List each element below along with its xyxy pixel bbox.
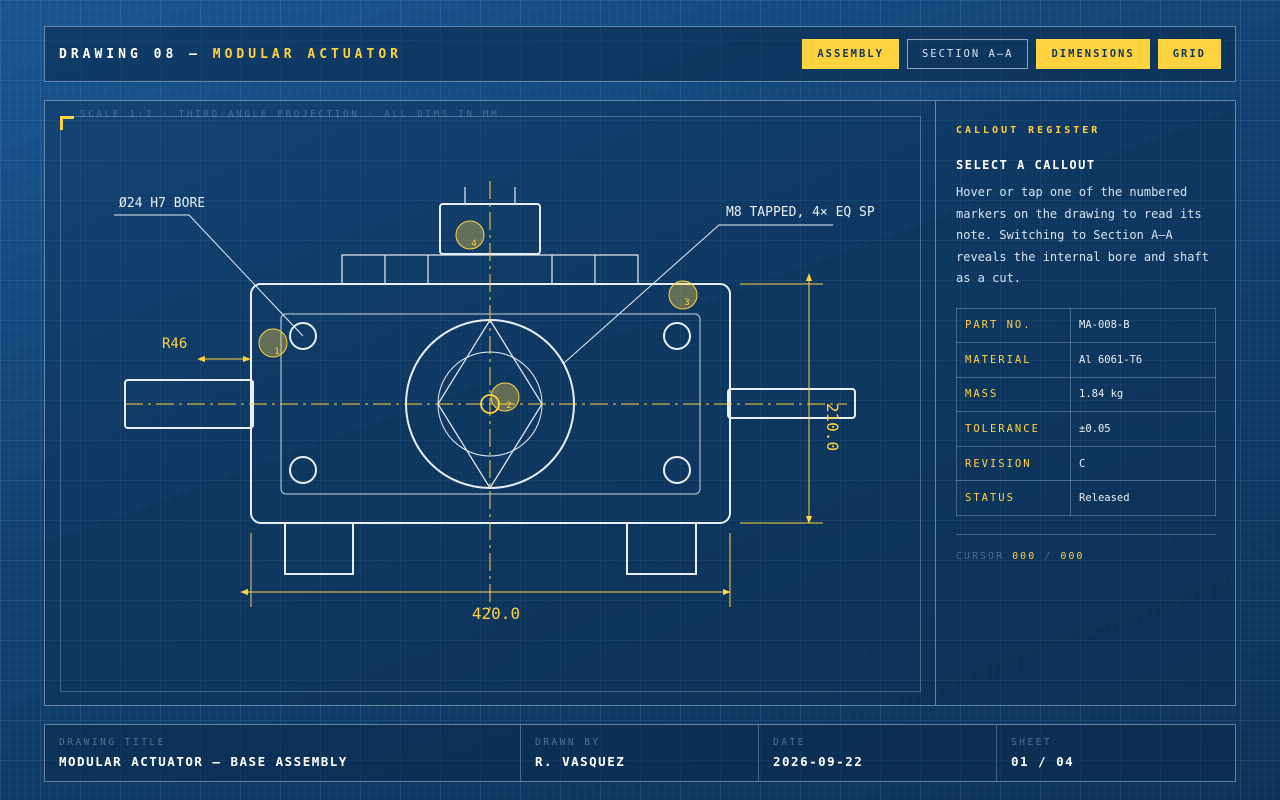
spec-key: MASS xyxy=(956,376,1071,413)
callout-marker-1-number: 1 xyxy=(274,347,279,357)
spec-value: MA-008-B xyxy=(1070,307,1216,344)
cursor-label: CURSOR xyxy=(956,551,1005,563)
radius-dimension-label: R46 xyxy=(162,336,187,352)
technical-drawing[interactable]: Ø24 H7 BORE M8 TAPPED, 4× EQ SP R46 420.… xyxy=(45,101,935,705)
callout-marker-2-number: 2 xyxy=(506,401,511,411)
spec-key: STATUS xyxy=(956,480,1071,517)
title-block-sheet: SHEET 01 / 04 xyxy=(997,725,1235,781)
spec-row: MASS 1.84 kg xyxy=(956,376,1216,413)
spec-row: TOLERANCE ±0.05 xyxy=(956,411,1216,447)
callout-heading: SELECT A CALLOUT xyxy=(956,158,1096,172)
spec-row: PART NO. MA-008-B xyxy=(956,307,1216,344)
dimensions-button[interactable]: DIMENSIONS xyxy=(1036,39,1150,69)
title-block-date: DATE 2026-09-22 xyxy=(759,725,997,781)
callout-register-label: CALLOUT REGISTER xyxy=(956,125,1101,136)
date-value: 2026-09-22 xyxy=(773,754,864,769)
spec-key: PART NO. xyxy=(956,307,1071,344)
width-dimension xyxy=(240,533,731,607)
callout-marker-4-number: 4 xyxy=(471,239,476,249)
title-accent: MODULAR ACTUATOR xyxy=(212,46,402,62)
header-bar: DRAWING 08 — MODULAR ACTUATOR ASSEMBLY S… xyxy=(44,26,1236,82)
drawing-area: SCALE 1:2 · THIRD-ANGLE PROJECTION · ALL… xyxy=(45,101,935,705)
title-block-drawn-by: DRAWN BY R. VASQUEZ xyxy=(521,725,759,781)
main-panel: SCALE 1:2 · THIRD-ANGLE PROJECTION · ALL… xyxy=(44,100,1236,706)
spec-value: Released xyxy=(1070,480,1216,517)
callout-marker-2[interactable]: 2 xyxy=(490,382,520,412)
height-dimension xyxy=(740,273,823,524)
spec-row: STATUS Released xyxy=(956,480,1216,517)
spec-key: TOLERANCE xyxy=(956,411,1071,447)
cursor-separator: / xyxy=(1044,551,1053,563)
spec-value: Al 6061-T6 xyxy=(1070,342,1216,378)
view-toggle-group: ASSEMBLY SECTION A–A DIMENSIONS GRID xyxy=(802,39,1221,69)
spec-row: MATERIAL Al 6061-T6 xyxy=(956,342,1216,378)
drawing-title: DRAWING 08 — MODULAR ACTUATOR xyxy=(59,47,402,62)
spec-value: 1.84 kg xyxy=(1070,376,1216,413)
title-prefix: DRAWING 08 — xyxy=(59,46,201,62)
spec-key: MATERIAL xyxy=(956,342,1071,378)
width-dimension-label: 420.0 xyxy=(472,604,520,623)
spec-value: C xyxy=(1070,445,1216,482)
sheet-value: 01 / 04 xyxy=(1011,754,1075,769)
divider xyxy=(956,534,1216,536)
cursor-readout: CURSOR 000 / 000 xyxy=(956,551,1215,562)
title-block-drawing-title: DRAWING TITLE MODULAR ACTUATOR — BASE AS… xyxy=(45,725,521,781)
callout-marker-1[interactable]: 1 xyxy=(258,328,288,358)
title-block: DRAWING TITLE MODULAR ACTUATOR — BASE AS… xyxy=(44,724,1236,782)
bore-callout-label: Ø24 H7 BORE xyxy=(119,196,205,211)
callout-marker-4[interactable]: 4 xyxy=(455,220,485,250)
height-dimension-label: 210.0 xyxy=(823,403,842,451)
grid-button[interactable]: GRID xyxy=(1157,39,1221,69)
tapped-leader xyxy=(563,224,833,364)
assembly-button[interactable]: ASSEMBLY xyxy=(802,39,899,69)
section-a-a-button[interactable]: SECTION A–A xyxy=(906,39,1029,69)
sheet-label: SHEET xyxy=(1011,737,1053,748)
spec-table: PART NO. MA-008-B MATERIAL Al 6061-T6 MA… xyxy=(956,307,1216,517)
spec-value: ±0.05 xyxy=(1070,411,1216,447)
drawing-title-value: MODULAR ACTUATOR — BASE ASSEMBLY xyxy=(59,754,348,769)
cursor-x: 000 xyxy=(1012,551,1037,563)
left-foot xyxy=(284,522,354,575)
spec-row: REVISION C xyxy=(956,445,1216,482)
cursor-y: 000 xyxy=(1060,551,1085,563)
drawn-by-value: R. VASQUEZ xyxy=(535,754,626,769)
callout-marker-3[interactable]: 3 xyxy=(668,280,698,310)
callout-marker-3-number: 3 xyxy=(684,298,689,308)
drawn-by-label: DRAWN BY xyxy=(535,737,601,748)
spec-key: REVISION xyxy=(956,445,1071,482)
bore-leader xyxy=(114,214,304,337)
right-foot xyxy=(626,522,697,575)
callout-register-panel: CALLOUT REGISTER SELECT A CALLOUT Hover … xyxy=(935,101,1235,705)
date-label: DATE xyxy=(773,737,806,748)
tapped-callout-label: M8 TAPPED, 4× EQ SP xyxy=(726,205,875,220)
callout-description: Hover or tap one of the numbered markers… xyxy=(956,185,1209,285)
drawing-title-label: DRAWING TITLE xyxy=(59,737,166,748)
